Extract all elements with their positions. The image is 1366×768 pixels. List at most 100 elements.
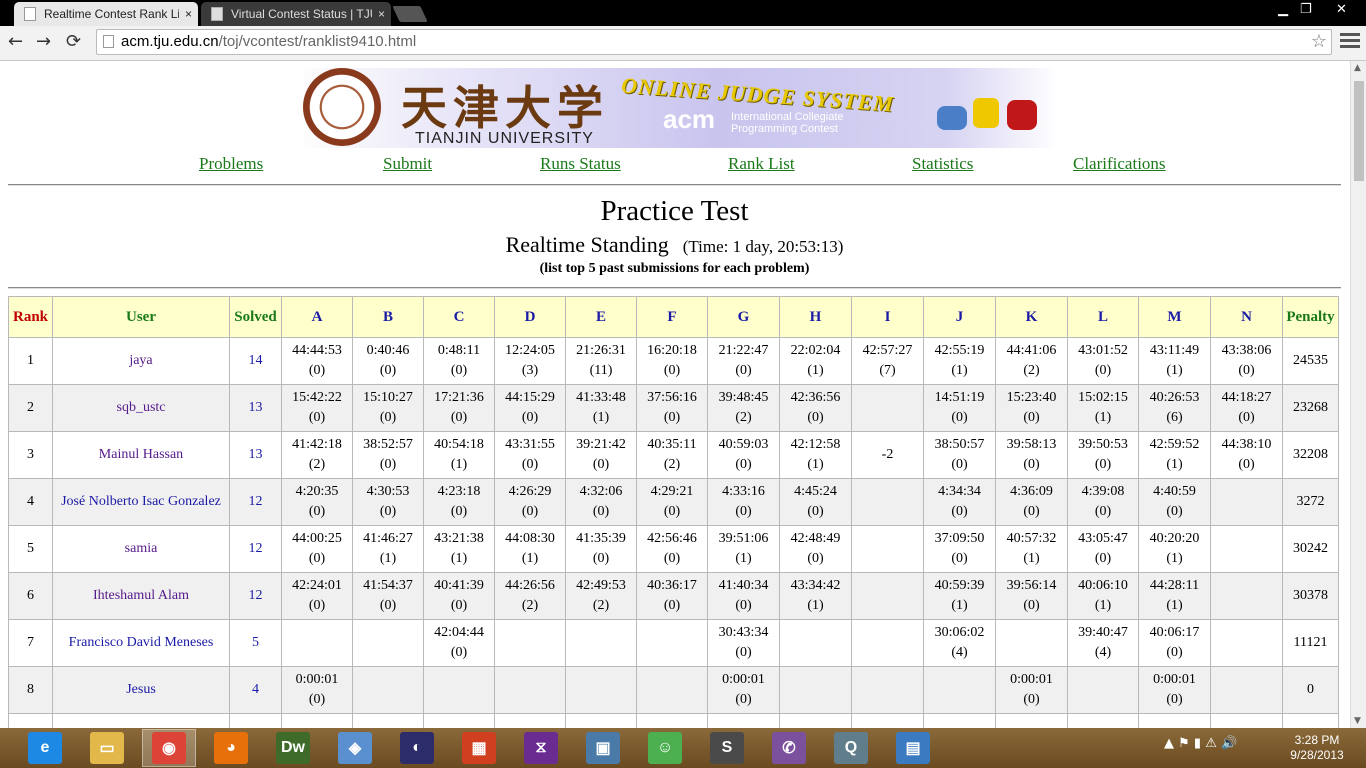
user-link[interactable]: Ihteshamul Alam xyxy=(52,572,230,620)
file-explorer-icon[interactable]: ▭ xyxy=(90,732,124,764)
chrome-icon[interactable]: ◉ xyxy=(152,732,186,764)
problem-cell: 42:56:46 (0) xyxy=(636,525,708,573)
browser-toolbar: ← → ⟳ acm.tju.edu.cn/toj/vcontest/rankli… xyxy=(0,26,1366,61)
solved-count[interactable]: 12 xyxy=(229,525,282,573)
accepted-time: 39:51:06 xyxy=(718,531,769,546)
internet-explorer-icon[interactable]: e xyxy=(28,732,62,764)
problem-cell xyxy=(565,666,637,714)
tab-ranklist[interactable]: Realtime Contest Rank Lis × xyxy=(14,2,198,26)
scroll-down-arrow-icon[interactable]: ▼ xyxy=(1354,716,1361,726)
qq-messenger-icon[interactable]: ☺ xyxy=(648,732,682,764)
reload-icon[interactable]: ⟳ xyxy=(66,31,81,52)
accepted-time: 40:54:18 xyxy=(434,437,484,452)
accepted-time: 21:26:31 xyxy=(576,343,626,358)
user-link[interactable]: Jesus xyxy=(52,666,230,714)
address-bar[interactable]: acm.tju.edu.cn/toj/vcontest/ranklist9410… xyxy=(96,29,1332,55)
wrong-attempts: (6) xyxy=(1166,410,1183,425)
problem-cell: 42:57:27 (7) xyxy=(851,337,924,385)
divider xyxy=(8,184,1341,186)
window-close-icon[interactable]: ✕ xyxy=(1336,2,1347,17)
problem-cell xyxy=(1210,525,1283,573)
windows-store-icon[interactable]: ▦ xyxy=(462,732,496,764)
user-link[interactable]: sqb_ustc xyxy=(52,384,230,432)
rank-cell: 2 xyxy=(8,384,53,432)
column-header: B xyxy=(352,296,424,338)
user-link[interactable]: Mainul Hassan xyxy=(52,431,230,479)
new-tab-button[interactable] xyxy=(392,6,428,22)
tab-virtual-contest-status[interactable]: Virtual Contest Status | TJU × xyxy=(201,2,391,26)
solved-count[interactable]: 13 xyxy=(229,431,282,479)
user-link[interactable]: jaya xyxy=(52,337,230,385)
wrong-attempts: (1) xyxy=(807,457,824,472)
user-link[interactable]: Francisco David Meneses xyxy=(52,619,230,667)
rank-cell: 6 xyxy=(8,572,53,620)
wrong-attempts: (1) xyxy=(379,551,397,566)
problem-cell: 0:00:01 (0) xyxy=(995,666,1068,714)
minimize-icon[interactable]: ▁ xyxy=(1278,2,1288,17)
user-link[interactable]: samia xyxy=(52,525,230,573)
virtualbox-icon[interactable]: ◈ xyxy=(338,732,372,764)
taskbar-clock[interactable]: 3:28 PM 9/28/2013 xyxy=(1282,733,1352,763)
solved-count[interactable] xyxy=(229,713,282,728)
solved-count[interactable]: 4 xyxy=(229,666,282,714)
vertical-scrollbar[interactable]: ▲ ▼ xyxy=(1350,61,1366,728)
system-tray-icons[interactable]: ▲ ⚑ ▮ ⚠ 🔊 xyxy=(1164,736,1237,751)
accepted-time: 4:29:21 xyxy=(650,484,694,499)
restore-icon[interactable]: ❐ xyxy=(1300,2,1312,17)
visual-studio-icon[interactable]: ⧖ xyxy=(524,732,558,764)
nav-link-problems[interactable]: Problems xyxy=(199,154,263,174)
accepted-time: 44:18:27 xyxy=(1221,390,1272,405)
solved-count[interactable]: 5 xyxy=(229,619,282,667)
computer-monitor-icon[interactable]: ▤ xyxy=(896,732,930,764)
solved-count[interactable]: 12 xyxy=(229,478,282,526)
problem-cell xyxy=(851,713,924,728)
accepted-time: 15:42:22 xyxy=(292,390,342,405)
forward-arrow-icon[interactable]: → xyxy=(36,31,51,52)
accepted-time: 37:09:50 xyxy=(934,531,985,546)
remote-desktop-icon[interactable]: ▣ xyxy=(586,732,620,764)
bookmark-star-icon[interactable]: ☆ xyxy=(1311,31,1327,52)
column-header: D xyxy=(494,296,566,338)
sublime-text-icon[interactable]: S xyxy=(710,732,744,764)
wrong-attempts: (0) xyxy=(807,551,824,566)
nav-link-rank-list[interactable]: Rank List xyxy=(728,154,795,174)
nav-link-runs-status[interactable]: Runs Status xyxy=(540,154,621,174)
page-icon xyxy=(103,35,114,48)
clock-time: 3:28 PM xyxy=(1294,733,1340,747)
nav-link-statistics[interactable]: Statistics xyxy=(912,154,973,174)
tab-title: Realtime Contest Rank Lis xyxy=(44,7,179,21)
accepted-time: 41:46:27 xyxy=(363,531,413,546)
solved-count[interactable]: 13 xyxy=(229,384,282,432)
scroll-up-arrow-icon[interactable]: ▲ xyxy=(1354,63,1361,73)
balloon-icon xyxy=(1007,100,1037,130)
back-arrow-icon[interactable]: ← xyxy=(8,31,23,52)
site-banner: 天津大学 TIANJIN UNIVERSITY ONLINE JUDGE SYS… xyxy=(303,68,1059,148)
problem-cell: 43:21:38 (1) xyxy=(423,525,495,573)
q-app-icon[interactable]: Q xyxy=(834,732,868,764)
problem-cell: 30:06:02 (4) xyxy=(923,619,996,667)
rank-cell: 8 xyxy=(8,666,53,714)
nav-link-clarifications[interactable]: Clarifications xyxy=(1073,154,1166,174)
nav-link-submit[interactable]: Submit xyxy=(383,154,432,174)
wrong-attempts: (0) xyxy=(1238,363,1255,378)
eclipse-icon[interactable]: ◐ xyxy=(400,732,434,764)
problem-cell: 43:34:42 (1) xyxy=(779,572,852,620)
accepted-time: 0:48:11 xyxy=(437,343,481,358)
close-icon[interactable]: × xyxy=(185,7,192,21)
user-link[interactable]: José Nolberto Isac Gonzalez xyxy=(52,478,230,526)
wrong-attempts: (1) xyxy=(1166,457,1183,472)
dreamweaver-icon[interactable]: Dw xyxy=(276,732,310,764)
firefox-icon[interactable]: ◕ xyxy=(214,732,248,764)
problem-cell: 15:42:22 (0) xyxy=(281,384,353,432)
scroll-thumb[interactable] xyxy=(1354,81,1364,181)
solved-count[interactable]: 12 xyxy=(229,572,282,620)
wrong-attempts: (0) xyxy=(450,598,468,613)
chrome-menu-icon[interactable] xyxy=(1340,33,1360,49)
close-icon[interactable]: × xyxy=(378,7,385,21)
accepted-time: 42:12:58 xyxy=(790,437,841,452)
accepted-time: 38:52:57 xyxy=(363,437,413,452)
wrong-attempts: (4) xyxy=(1094,645,1112,660)
viber-icon[interactable]: ✆ xyxy=(772,732,806,764)
solved-count[interactable]: 14 xyxy=(229,337,282,385)
user-link[interactable] xyxy=(52,713,230,728)
